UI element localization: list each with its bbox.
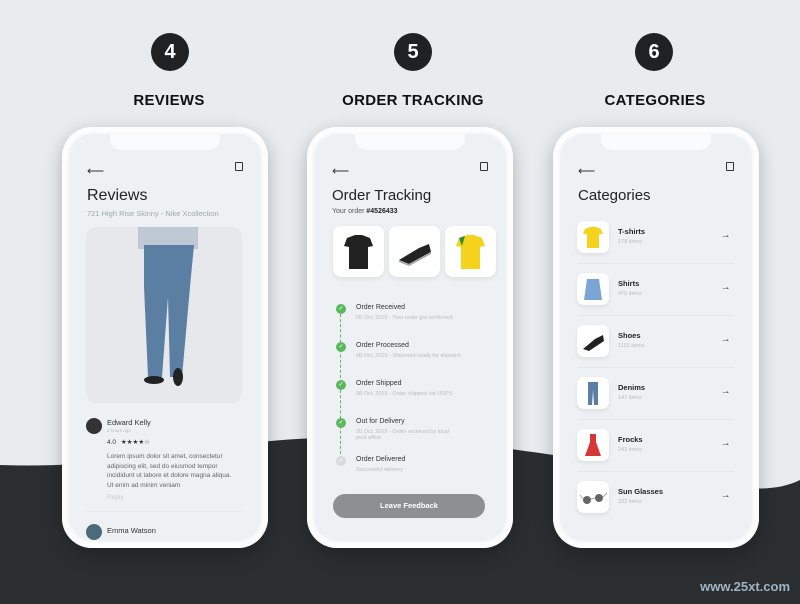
- notch: [601, 134, 711, 150]
- shirt-image: [577, 273, 609, 305]
- check-icon: ✓: [336, 342, 346, 352]
- category-item-frocks[interactable]: Frocks 243 items ⇀: [577, 420, 735, 472]
- shopping-bag-icon[interactable]: [235, 162, 243, 171]
- arrow-right-icon[interactable]: ⇀: [722, 284, 729, 293]
- heading-order-tracking: ORDER TRACKING: [342, 92, 484, 109]
- notch: [110, 134, 220, 150]
- rating-value: 4.0: [107, 439, 117, 446]
- check-icon: ✓: [336, 304, 346, 314]
- heading-reviews: REVIEWS: [133, 92, 205, 109]
- check-icon: ✓: [336, 418, 346, 428]
- step-title: Order Delivered: [356, 456, 406, 463]
- rating-stars: ★★★★☆: [120, 439, 150, 446]
- heading-categories: CATEGORIES: [604, 92, 706, 109]
- page-title: Order Tracking: [332, 187, 432, 204]
- category-item-shirts[interactable]: Shirts 475 items ⇀: [577, 264, 735, 316]
- denim-image: [577, 377, 609, 409]
- arrow-right-icon[interactable]: ⇀: [722, 336, 729, 345]
- step-detail: 06 Oct, 2019 - Shipment ready for dispat…: [356, 353, 461, 359]
- frock-image: [577, 429, 609, 461]
- review-text: Lorem ipsum dolor sit amet, consectetur …: [107, 453, 232, 489]
- category-item-tshirts[interactable]: T-shirts 178 items ⇀: [577, 212, 735, 264]
- check-icon: ✓: [336, 456, 346, 466]
- step-title: Order Received: [356, 304, 406, 311]
- category-item-denims[interactable]: Denims 147 items ⇀: [577, 368, 735, 420]
- shopping-bag-icon[interactable]: [480, 162, 488, 171]
- arrow-right-icon[interactable]: ⇀: [722, 232, 729, 241]
- order-number: Your order #4526433: [332, 208, 398, 215]
- watermark: www.25xt.com: [700, 579, 790, 594]
- step-number-6: 6: [635, 33, 673, 71]
- check-icon: ✓: [336, 380, 346, 390]
- phone-reviews: ⟵ Reviews 721 High Rise Skinny - Nike Xc…: [62, 127, 268, 548]
- product-subtitle: 721 High Rise Skinny - Nike Xcollection: [87, 209, 219, 218]
- back-arrow-icon[interactable]: ⟵: [87, 164, 104, 178]
- category-item-sun-glasses[interactable]: Sun Glasses 332 items ⇀: [577, 472, 735, 524]
- product-image: [86, 227, 242, 403]
- arrow-right-icon[interactable]: ⇀: [722, 440, 729, 449]
- arrow-right-icon[interactable]: ⇀: [722, 492, 729, 501]
- avatar: [86, 524, 102, 540]
- shopping-bag-icon[interactable]: [726, 162, 734, 171]
- arrow-right-icon[interactable]: ⇀: [722, 388, 729, 397]
- step-title: Order Processed: [356, 342, 409, 349]
- page-title: Categories: [578, 187, 651, 204]
- notch: [355, 134, 465, 150]
- back-arrow-icon[interactable]: ⟵: [332, 164, 349, 178]
- product-thumb-tshirt[interactable]: [445, 226, 496, 277]
- step-number-4: 4: [151, 33, 189, 71]
- back-arrow-icon[interactable]: ⟵: [578, 164, 595, 178]
- phone-categories: ⟵ Categories T-shirts 178 items ⇀ Shirts 47…: [553, 127, 759, 548]
- category-item-shoes[interactable]: Shoes 1102 items ⇀: [577, 316, 735, 368]
- step-title: Out for Delivery: [356, 418, 405, 425]
- step-detail: 20 Oct, 2019 - Order received by local p…: [356, 429, 449, 441]
- leave-feedback-button[interactable]: Leave Feedback: [333, 494, 485, 518]
- product-thumb-jersey[interactable]: [333, 226, 384, 277]
- step-title: Order Shipped: [356, 380, 402, 387]
- page-title: Reviews: [87, 187, 148, 204]
- reply-link[interactable]: Reply: [107, 494, 124, 501]
- step-detail: 08 Oct, 2019 - Order shipped via USPS: [356, 391, 453, 397]
- step-number-5: 5: [394, 33, 432, 71]
- product-thumb-shoe[interactable]: [389, 226, 440, 277]
- avatar: [86, 418, 102, 434]
- reviewer-name: Emma Watson: [107, 526, 156, 535]
- step-detail: 05 Oct, 2019 - Your order got confirmed: [356, 315, 453, 321]
- shoe-image: [577, 325, 609, 357]
- phone-order-tracking: ⟵ Order Tracking Your order #4526433 ✓ O…: [307, 127, 513, 548]
- reviewer-name: Edward Kelly: [107, 418, 151, 427]
- sunglasses-image: [577, 481, 609, 513]
- review-time: 2 hours ago: [107, 428, 131, 433]
- step-detail: Successful delivery: [356, 467, 404, 473]
- tshirt-image: [577, 221, 609, 253]
